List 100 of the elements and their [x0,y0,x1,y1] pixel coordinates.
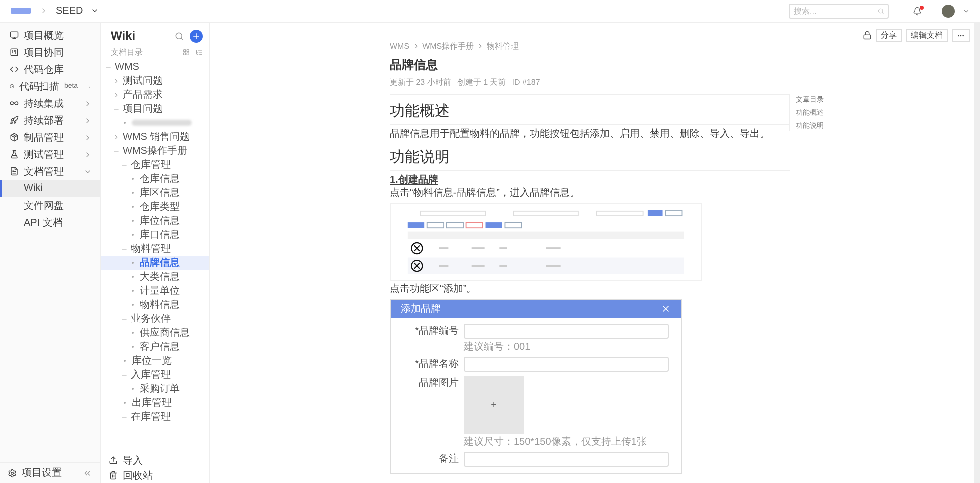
document-icon [10,167,19,176]
collapse-icon[interactable] [83,468,92,478]
field-label: *品牌名称 [414,358,459,372]
rocket-icon [10,116,19,125]
tree-item[interactable]: 仓库类型 [101,200,209,214]
project-switcher[interactable]: SEED [56,6,84,16]
tree-item[interactable]: 库位一览 [101,354,209,368]
tree-item[interactable]: 品牌信息 [101,256,209,270]
chevron-icon [84,116,92,124]
action-button[interactable]: 分享 [876,29,902,42]
tree-item[interactable]: 仓库信息 [101,172,209,186]
dialog-title: 添加品牌 [401,302,441,316]
settings-label[interactable]: 项目设置 [22,466,62,480]
nav-subitem[interactable]: API 文档 [0,214,100,231]
nav-subitem[interactable]: 文件网盘 [0,197,100,214]
field-label: *品牌编号 [414,324,459,339]
paragraph: 点击功能区“添加”。 [390,284,477,296]
tree-item[interactable]: 客户信息 [101,340,209,354]
add-button[interactable] [190,30,203,42]
tree-item[interactable]: 业务伙伴 [101,312,209,326]
chevron-icon [84,150,92,158]
code-icon [10,65,19,74]
bell-icon[interactable] [913,6,922,16]
search-icon[interactable] [175,32,184,40]
tree-item[interactable]: 在库管理 [101,410,209,424]
tree-item[interactable]: WMS操作手册 [101,144,209,158]
paragraph: 点击“物料信息-品牌信息”，进入品牌信息。 [390,188,580,200]
tree-item[interactable]: 计量单位 [101,284,209,298]
panel-title: Wiki [111,29,137,43]
monitor-icon [10,31,19,40]
input-field[interactable] [464,357,669,372]
infinity-icon [10,99,19,108]
search-icon [878,8,884,14]
plus-icon [192,32,201,40]
avatar[interactable] [942,4,955,18]
grid-icon[interactable] [183,49,190,56]
tree-item[interactable]: 物料信息 [101,298,209,312]
section-heading: 功能概述 [390,103,790,125]
tree-item[interactable]: 大类信息 [101,270,209,284]
settings-icon [8,468,17,478]
package-icon [10,133,19,142]
clock-icon [10,82,14,91]
hint-text: 建议尺寸：150*150像素，仅支持上传1张 [464,437,648,448]
step-heading: 1.创建品牌 [390,175,438,187]
field-label: 品牌图片 [418,376,459,391]
tree-item[interactable]: 物料管理 [101,242,209,256]
recycle-bin-link[interactable]: 回收站 [123,468,153,482]
section-label: 文档目录 [111,47,144,58]
meta-text: ID #187 [512,78,540,87]
action-button[interactable]: 编辑文档 [906,29,948,42]
tree-item[interactable]: WMS [101,60,209,74]
document-title: 品牌信息 [390,57,439,74]
more-button[interactable] [952,29,970,42]
meta-text: 更新于 23 小时前 [390,77,452,88]
nav-item[interactable]: 项目概览 [0,27,100,44]
flask-icon [10,150,19,159]
separator-icon [412,43,420,50]
nav-item[interactable]: 代码仓库 [0,61,100,78]
caret-icon[interactable] [91,7,100,15]
tree-item[interactable]: 测试问题 [101,74,209,88]
input-field[interactable] [464,324,669,339]
separator-icon [477,43,484,50]
upload-icon [109,456,118,465]
logo-icon[interactable] [10,6,32,16]
field-label: 备注 [438,452,459,467]
tree-item[interactable]: 库口信息 [101,228,209,242]
nav-item[interactable]: 文档管理 [0,163,100,180]
nav-item[interactable]: 测试管理 [0,146,100,163]
meta-text: 创建于 1 天前 [457,77,506,88]
image-upload-box[interactable]: + [464,376,524,434]
tree-item[interactable]: 库区信息 [101,186,209,200]
nav-item[interactable]: 持续部署 [0,112,100,129]
tree-item[interactable]: 入库管理 [101,368,209,382]
tree-item[interactable]: 库位信息 [101,214,209,228]
import-link[interactable]: 导入 [123,454,143,468]
chevron-icon [84,134,92,142]
expand-icon [113,134,120,140]
board-icon [10,48,19,57]
tree-item[interactable]: WMS 销售问题 [101,130,209,144]
search-input[interactable]: 搜索... [794,6,876,16]
tree-icon[interactable] [196,49,203,56]
tree-item[interactable]: 出库管理 [101,396,209,410]
hint-text: 建议编号：001 [464,342,532,353]
close-icon [661,304,671,314]
nav-item[interactable]: 持续集成 [0,95,100,112]
input-field[interactable] [464,452,669,467]
search-field[interactable]: 搜索... [789,4,889,18]
lock-icon[interactable] [863,31,872,40]
chevron-icon [40,7,48,15]
tree-item[interactable]: 采购订单 [101,382,209,396]
trash-icon [109,471,118,480]
chevron-icon [84,100,92,108]
nav-item[interactable]: 项目协同 [0,44,100,61]
tree-item[interactable]: 仓库管理 [101,158,209,172]
tree-item[interactable]: 项目问题 [101,102,209,116]
nav-subitem[interactable]: Wiki [0,180,100,197]
tree-item[interactable]: 供应商信息 [101,326,209,340]
nav-item[interactable]: 制品管理 [0,129,100,146]
section-heading: 功能说明 [390,149,790,171]
tree-item[interactable]: 产品需求 [101,88,209,102]
